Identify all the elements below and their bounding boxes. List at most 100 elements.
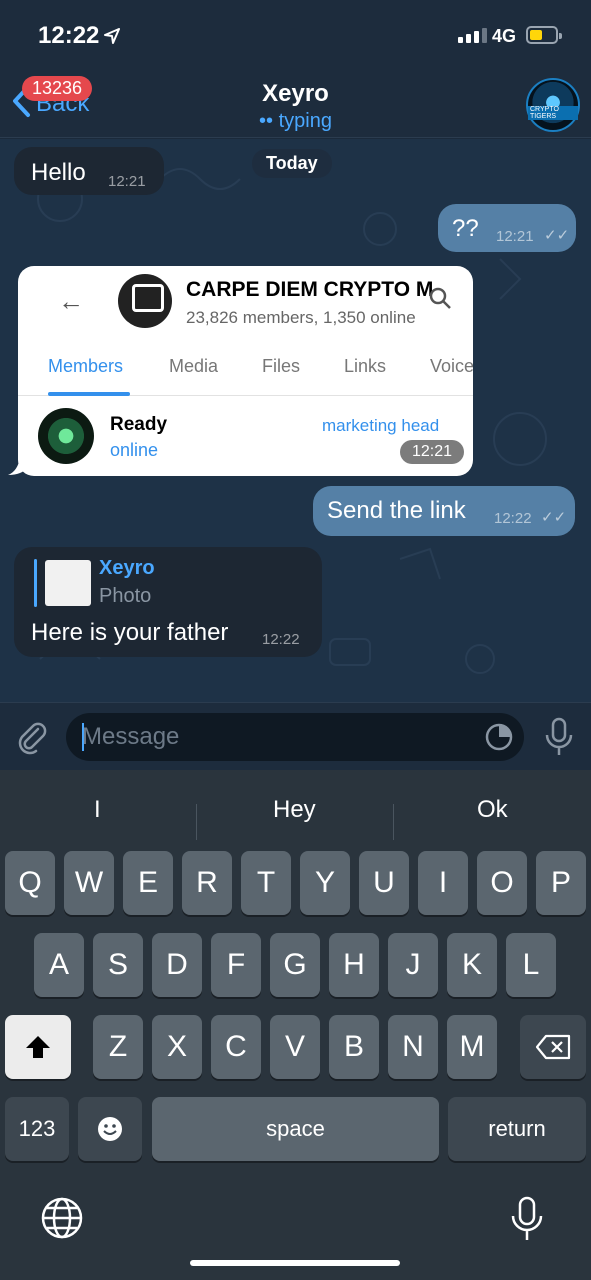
chat-avatar[interactable]: CRYPTO TIGERS xyxy=(526,78,580,132)
reply-name: Xeyro xyxy=(99,557,155,579)
group-tabs: Members Media Files Links Voice xyxy=(18,350,473,396)
group-avatar xyxy=(118,274,172,328)
key[interactable]: V xyxy=(270,1015,320,1079)
member-status: online xyxy=(110,440,159,460)
key[interactable]: N xyxy=(388,1015,438,1079)
typing-label: typing xyxy=(278,110,332,132)
key[interactable]: F xyxy=(211,933,261,997)
backspace-key[interactable] xyxy=(520,1015,586,1079)
key[interactable]: S xyxy=(93,933,143,997)
tab-voice: Voice xyxy=(430,356,473,376)
signal-icon xyxy=(458,28,487,43)
suggestion-bar: I Hey Ok xyxy=(0,784,591,840)
message-time: 12:21 xyxy=(108,173,146,190)
message-text: ?? xyxy=(452,215,479,242)
emoji-icon xyxy=(98,1117,122,1141)
message-time: 12:21 xyxy=(496,228,534,245)
typing-dots-icon: •• xyxy=(259,110,279,132)
key[interactable]: B xyxy=(329,1015,379,1079)
key[interactable]: C xyxy=(211,1015,261,1079)
globe-icon[interactable] xyxy=(40,1196,84,1240)
tab-files: Files xyxy=(262,356,301,376)
dictation-mic-icon[interactable] xyxy=(510,1196,544,1242)
chat-title[interactable]: Xeyro xyxy=(0,80,591,108)
message-list[interactable]: Hello 12:21 Today ?? 12:21 ✓✓ ← CARPE DI… xyxy=(0,139,591,702)
key[interactable]: U xyxy=(359,851,409,915)
suggestion-item[interactable]: Ok xyxy=(477,796,508,824)
message-time: 12:22 xyxy=(262,631,300,648)
reply-type: Photo xyxy=(99,585,152,607)
keyboard: I Hey Ok Q W E R T Y U I O P A S D F G H… xyxy=(0,770,591,1280)
suggestion-divider xyxy=(196,804,197,840)
read-checks-icon: ✓✓ xyxy=(544,227,570,244)
key[interactable]: P xyxy=(536,851,586,915)
key[interactable]: W xyxy=(64,851,114,915)
group-name: CARPE DIEM CRYPTO MA xyxy=(186,278,434,301)
home-indicator xyxy=(190,1260,400,1266)
sticker-icon[interactable] xyxy=(484,722,514,752)
message-text: Send the link xyxy=(327,497,466,524)
avatar-caption: CRYPTO TIGERS xyxy=(528,106,578,120)
tab-members: Members xyxy=(48,356,124,376)
shift-icon xyxy=(26,1036,50,1058)
key[interactable]: H xyxy=(329,933,379,997)
key[interactable]: X xyxy=(152,1015,202,1079)
suggestion-item[interactable]: Hey xyxy=(273,796,316,824)
key[interactable]: I xyxy=(418,851,468,915)
key[interactable]: Q xyxy=(5,851,55,915)
space-key[interactable]: space xyxy=(152,1097,439,1161)
message-bubble[interactable]: ?? 12:21 ✓✓ xyxy=(438,204,576,252)
numbers-key[interactable]: 123 xyxy=(5,1097,69,1161)
message-time: 12:21 xyxy=(400,440,465,464)
tab-underline xyxy=(48,392,130,396)
attach-icon[interactable] xyxy=(14,719,50,755)
member-avatar xyxy=(38,408,94,464)
search-icon xyxy=(429,287,451,309)
emoji-key[interactable] xyxy=(78,1097,142,1161)
message-text: Hello xyxy=(31,159,86,186)
message-bubble[interactable]: Send the link 12:22 ✓✓ xyxy=(313,486,575,536)
tab-media: Media xyxy=(169,356,219,376)
photo-message[interactable]: ← CARPE DIEM CRYPTO MA 23,826 members, 1… xyxy=(18,266,473,476)
group-subtitle: 23,826 members, 1,350 online xyxy=(186,308,416,327)
key[interactable]: O xyxy=(477,851,527,915)
input-bar xyxy=(0,702,591,770)
message-bubble[interactable]: Hello 12:21 xyxy=(14,147,164,195)
shift-key[interactable] xyxy=(5,1015,71,1079)
microphone-icon[interactable] xyxy=(544,717,574,757)
message-input[interactable] xyxy=(82,720,472,754)
key[interactable]: A xyxy=(34,933,84,997)
status-time: 12:22 xyxy=(38,22,100,49)
key[interactable]: J xyxy=(388,933,438,997)
key[interactable]: M xyxy=(447,1015,497,1079)
member-role: marketing head xyxy=(322,416,440,435)
suggestion-divider xyxy=(393,804,394,840)
key[interactable]: Z xyxy=(93,1015,143,1079)
message-time: 12:22 xyxy=(494,510,532,527)
key[interactable]: L xyxy=(506,933,556,997)
suggestion-item[interactable]: I xyxy=(94,796,101,824)
message-text: Here is your father xyxy=(31,619,229,646)
reply-bar xyxy=(34,559,37,607)
key[interactable]: E xyxy=(123,851,173,915)
tab-links: Links xyxy=(344,356,387,376)
key[interactable]: G xyxy=(270,933,320,997)
member-name: Ready xyxy=(110,414,168,435)
backspace-icon xyxy=(535,1034,571,1060)
read-checks-icon: ✓✓ xyxy=(541,509,567,526)
message-field xyxy=(66,713,524,761)
reply-thumbnail xyxy=(45,560,91,606)
key[interactable]: Y xyxy=(300,851,350,915)
key[interactable]: D xyxy=(152,933,202,997)
chat-header: Back 13236 Xeyro •• typing CRYPTO TIGERS xyxy=(0,70,591,138)
status-bar: 12:22 4G xyxy=(0,0,591,70)
key[interactable]: K xyxy=(447,933,497,997)
typing-indicator: •• typing xyxy=(0,110,591,133)
key[interactable]: T xyxy=(241,851,291,915)
date-label: Today xyxy=(252,149,332,178)
battery-icon xyxy=(526,26,562,44)
network-label: 4G xyxy=(492,26,517,46)
location-arrow-icon xyxy=(104,28,120,44)
key[interactable]: R xyxy=(182,851,232,915)
return-key[interactable]: return xyxy=(448,1097,586,1161)
